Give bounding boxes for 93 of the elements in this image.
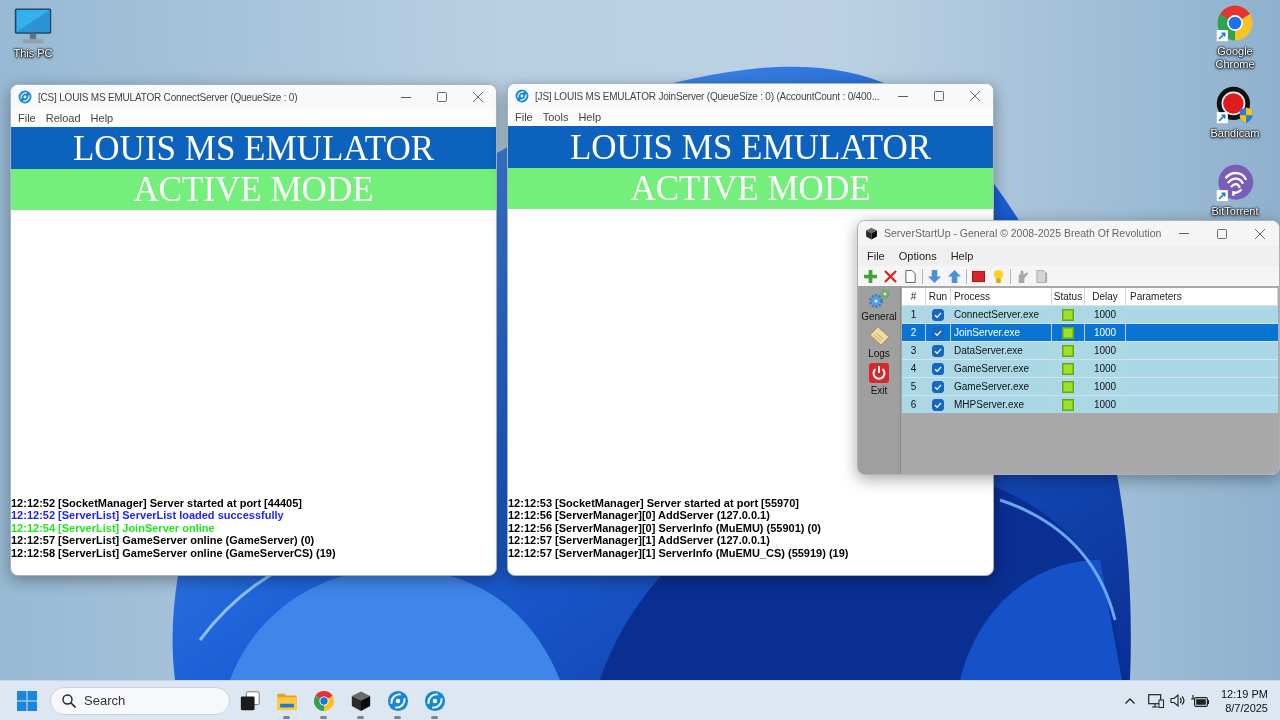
- toolbar-button[interactable]: [947, 268, 962, 284]
- log-line: 12:12:56 [ServerManager][0] AddServer (127.0.0.1): [508, 509, 770, 522]
- lightbulb-icon: [992, 269, 1005, 283]
- menu-item[interactable]: Help: [943, 248, 981, 264]
- note-icon: [868, 326, 890, 346]
- log-line: 12:12:52 [ServerList] ServerList loaded successfully: [11, 509, 284, 522]
- toolbar-button[interactable]: [927, 268, 942, 284]
- minimize-icon: [1179, 233, 1189, 234]
- table-row[interactable]: 2 JoinServer.exe 1000: [902, 323, 1278, 341]
- close-icon: [473, 92, 483, 102]
- overlapping-squares-icon: [238, 689, 261, 712]
- table-cell: 1000: [1085, 396, 1126, 413]
- swirl-circle-icon: [386, 689, 409, 712]
- menu-item[interactable]: Tools: [537, 109, 574, 125]
- mode-banner: ACTIVE MODE: [508, 168, 993, 209]
- swirl-circle-icon: [515, 89, 529, 103]
- gears-icon: [868, 289, 890, 309]
- delete-icon: [884, 269, 897, 283]
- window-title: [CS] LOUIS MS EMULATOR ConnectServer (QueueSize : 0): [38, 90, 298, 105]
- minimize-icon: [401, 96, 411, 98]
- shortcut-label: Bandicam: [1210, 127, 1260, 140]
- hand-icon: [1016, 269, 1029, 283]
- maximize-icon: [934, 91, 944, 101]
- document-icon: [904, 269, 917, 283]
- run-checkbox[interactable]: [932, 362, 944, 375]
- wave-circle-icon[interactable]: [1216, 164, 1254, 202]
- log-line: 12:12:56 [ServerManager][0] ServerInfo (MuEMU) (55901) (0): [508, 521, 821, 534]
- minimize-icon: [898, 95, 908, 97]
- cube-icon: [865, 227, 878, 240]
- battery-charging-icon[interactable]: [1190, 694, 1209, 707]
- toolbar-button[interactable]: [903, 268, 918, 284]
- shortcut-label: Google Chrome: [1214, 45, 1256, 71]
- menu-item[interactable]: File: [510, 109, 538, 125]
- browser-logo-icon[interactable]: [1216, 4, 1254, 42]
- run-checkbox[interactable]: [932, 326, 944, 339]
- menu-item[interactable]: File: [13, 110, 41, 126]
- menu-item[interactable]: File: [860, 248, 892, 264]
- log-line: 12:12:58 [ServerList] GameServer online (GameServerCS) (19): [11, 546, 336, 559]
- grid-logo-icon: [17, 690, 37, 711]
- table-cell: MHPServer.exe: [951, 396, 1052, 413]
- arrow-up-icon: [948, 269, 961, 283]
- menu-item[interactable]: Help: [85, 110, 119, 126]
- menu-item[interactable]: Help: [573, 109, 607, 125]
- browser-logo-icon: [312, 689, 335, 712]
- table-cell: 6: [902, 396, 926, 413]
- run-checkbox[interactable]: [932, 398, 944, 411]
- menu-item[interactable]: Reload: [40, 110, 86, 126]
- shortcut-label: BitTorrent: [1211, 205, 1259, 218]
- search-icon: [62, 693, 76, 708]
- emulator-banner: LOUIS MS EMULATOR: [508, 126, 993, 168]
- toolbar-button[interactable]: [883, 268, 898, 284]
- log-line: 12:12:57 [ServerManager][1] ServerInfo (MuEMU_CS) (55919) (19): [508, 546, 849, 559]
- record-circle-icon[interactable]: [1216, 86, 1254, 124]
- run-checkbox[interactable]: [932, 344, 944, 357]
- menu-item[interactable]: Options: [891, 248, 944, 264]
- mode-banner: ACTIVE MODE: [11, 169, 496, 210]
- sidebar-item[interactable]: General: [858, 289, 900, 325]
- log-line: 12:12:57 [ServerList] GameServer online (GameServer) (0): [11, 534, 315, 547]
- stop-icon: [972, 269, 985, 283]
- speaker-icon[interactable]: [1169, 694, 1185, 707]
- search-field[interactable]: Search: [50, 686, 230, 715]
- table-row[interactable]: 6 MHPServer.exe 1000: [902, 395, 1278, 413]
- emulator-banner: LOUIS MS EMULATOR: [11, 127, 496, 169]
- log-line: 12:12:53 [SocketManager] Server started at port [55970]: [508, 496, 799, 509]
- shortcut-label: This PC: [13, 47, 53, 60]
- table-row[interactable]: 1 ConnectServer.exe 1000: [902, 305, 1278, 323]
- close-icon: [970, 91, 980, 101]
- arrow-down-icon: [928, 269, 941, 283]
- run-checkbox[interactable]: [932, 308, 944, 321]
- monitor-icon[interactable]: [1147, 693, 1164, 708]
- table-row[interactable]: 4 GameServer.exe 1000: [902, 359, 1278, 377]
- window-title: ServerStartUp - General © 2008-2025 Breath Of Revolution: [884, 225, 1162, 241]
- swirl-circle-icon: [423, 689, 446, 712]
- swirl-circle-icon: [18, 90, 32, 104]
- window-title: [JS] LOUIS MS EMULATOR JoinServer (QueueSize : 0) (AccountCount : 0/400...: [535, 89, 880, 104]
- chevron-up-icon: [1124, 697, 1135, 704]
- table-row[interactable]: 5 GameServer.exe 1000: [902, 377, 1278, 395]
- toolbar-button[interactable]: [971, 268, 986, 284]
- maximize-icon: [1217, 228, 1227, 239]
- plus-icon: [864, 269, 877, 283]
- power-icon: [869, 363, 889, 383]
- sidebar-item[interactable]: Exit: [858, 363, 900, 399]
- log-line: 12:12:54 [ServerList] JoinServer online: [11, 521, 215, 534]
- run-checkbox[interactable]: [932, 380, 944, 393]
- sidebar-item[interactable]: Logs: [858, 326, 900, 362]
- log-line: 12:12:57 [ServerManager][1] AddServer (127.0.0.1): [508, 534, 770, 547]
- maximize-icon: [437, 92, 447, 102]
- log-line: 12:12:52 [SocketManager] Server started at port [44405]: [11, 496, 302, 509]
- cube-icon: [349, 689, 372, 712]
- clock-button[interactable]: 12:19 PM 8/7/2025: [1220, 686, 1268, 715]
- close-icon: [1255, 228, 1265, 239]
- table-row[interactable]: 3 DataServer.exe 1000: [902, 341, 1278, 359]
- page-icon: [1036, 269, 1049, 283]
